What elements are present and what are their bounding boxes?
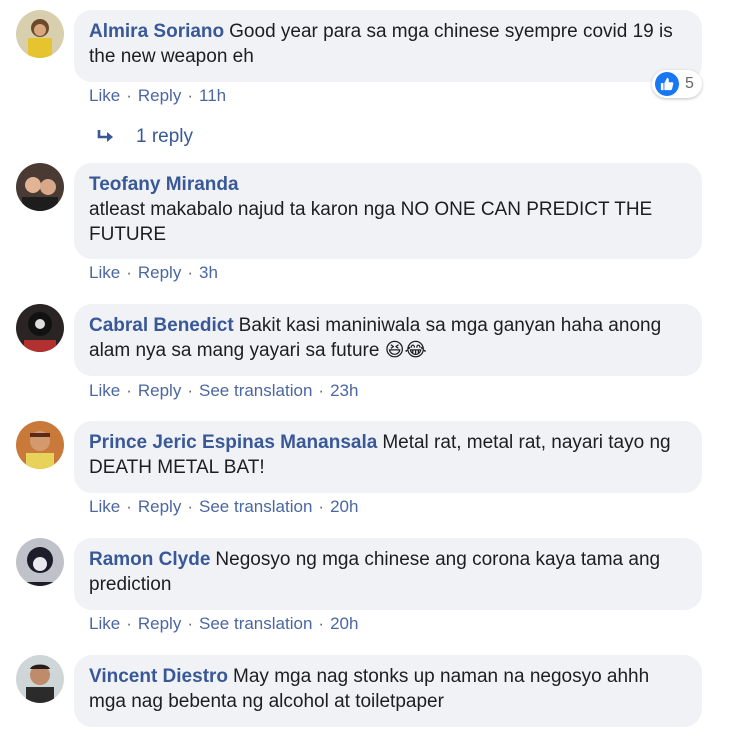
comment-actions: Like · Reply · See translation · 23h — [89, 381, 359, 400]
avatar-ramon-clyde[interactable] — [16, 538, 64, 586]
reply-link[interactable]: Reply — [138, 86, 181, 105]
comment-actions: Like · Reply · See translation · 20h — [89, 614, 359, 633]
comment-author[interactable]: Almira Soriano — [89, 21, 224, 42]
avatar-teofany-miranda[interactable] — [16, 163, 64, 211]
avatar-vincent-diestro[interactable] — [16, 655, 64, 703]
avatar-prince-jeric[interactable] — [16, 421, 64, 469]
reply-link[interactable]: Reply — [138, 263, 181, 282]
like-link[interactable]: Like — [89, 263, 120, 282]
like-link[interactable]: Like — [89, 614, 120, 633]
like-link[interactable]: Like — [89, 497, 120, 516]
comment-actions: Like · Reply · 11h — [89, 86, 227, 105]
replies-count-label: 1 reply — [136, 126, 194, 147]
avatar-almira-soriano[interactable] — [16, 10, 64, 58]
like-link[interactable]: Like — [89, 86, 120, 105]
reply-arrow-icon — [97, 130, 113, 142]
timestamp[interactable]: 23h — [330, 381, 358, 400]
comment-text: atleast makabalo najud ta karon nga NO O… — [89, 199, 653, 245]
comment-author[interactable]: Ramon Clyde — [89, 549, 210, 570]
timestamp[interactable]: 20h — [330, 497, 358, 516]
timestamp[interactable]: 11h — [199, 86, 226, 105]
see-translation-link[interactable]: See translation — [199, 614, 312, 633]
comment-author[interactable]: Vincent Diestro — [89, 666, 228, 687]
comment-bubble: Prince Jeric Espinas Manansala Metal rat,… — [74, 421, 702, 493]
avatar-cabral-benedict[interactable] — [16, 304, 64, 352]
timestamp[interactable]: 20h — [330, 614, 358, 633]
comment-bubble: Cabral Benedict Bakit kasi maniniwala sa … — [74, 304, 702, 376]
comment-bubble: Vincent Diestro May mga nag stonks up nam… — [74, 655, 702, 727]
comment-bubble: Teofany Miranda atleast makabalo najud ta… — [74, 163, 702, 259]
comment-actions: Like · Reply · See translation · 20h — [89, 497, 359, 516]
like-link[interactable]: Like — [89, 381, 120, 400]
comment-author[interactable]: Teofany Miranda — [89, 172, 682, 197]
like-icon — [655, 72, 679, 96]
reply-link[interactable]: Reply — [138, 381, 181, 400]
view-replies-link[interactable]: 1 reply — [96, 126, 193, 148]
reaction-count: 5 — [685, 75, 694, 92]
see-translation-link[interactable]: See translation — [199, 497, 312, 516]
emoji-laughing-icons: 😆😂 — [384, 340, 427, 361]
timestamp[interactable]: 3h — [199, 263, 218, 282]
reaction-badge[interactable]: 5 — [652, 70, 702, 98]
reply-link[interactable]: Reply — [138, 614, 181, 633]
reply-link[interactable]: Reply — [138, 497, 181, 516]
comment-author[interactable]: Prince Jeric Espinas Manansala — [89, 432, 377, 453]
comment-author[interactable]: Cabral Benedict — [89, 315, 234, 336]
comment-actions: Like · Reply · 3h — [89, 263, 218, 282]
see-translation-link[interactable]: See translation — [199, 381, 312, 400]
comment-bubble: Ramon Clyde Negosyo ng mga chinese ang co… — [74, 538, 702, 610]
comment-bubble: Almira Soriano Good year para sa mga chin… — [74, 10, 702, 82]
